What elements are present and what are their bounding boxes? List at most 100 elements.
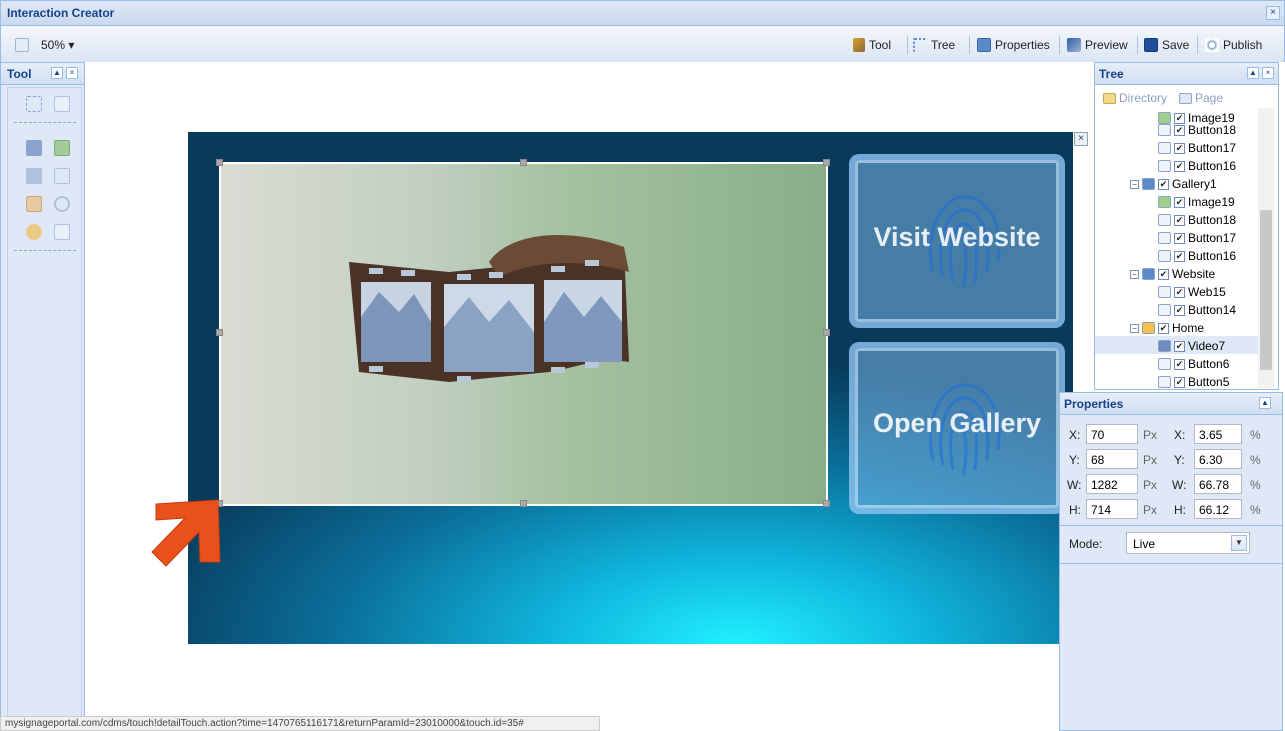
checkbox[interactable]: ✔ [1174, 232, 1185, 244]
checkbox[interactable]: ✔ [1174, 196, 1185, 208]
tab-page[interactable]: Page [1179, 91, 1223, 105]
video-tool-icon[interactable] [26, 140, 42, 156]
preview-button[interactable]: Preview [1067, 36, 1128, 54]
button-icon [1158, 124, 1171, 136]
y-px-input[interactable]: 68 [1086, 449, 1138, 469]
tree-node[interactable]: − ✔ Website [1130, 265, 1215, 283]
resize-handle[interactable] [823, 159, 830, 166]
document-tool-icon[interactable] [54, 224, 70, 240]
collapse-icon[interactable]: − [1130, 179, 1139, 189]
tree-node[interactable]: ✔ Button14 [1158, 301, 1236, 319]
checkbox[interactable]: ✔ [1174, 304, 1185, 316]
publish-button[interactable]: Publish [1205, 36, 1262, 54]
tree-node[interactable]: − ✔ Gallery1 [1130, 175, 1217, 193]
checkbox[interactable]: ✔ [1174, 358, 1185, 370]
clock-tool-icon[interactable] [54, 196, 70, 212]
tree-node[interactable]: ✔ Button18 [1158, 121, 1236, 139]
checkbox[interactable]: ✔ [1158, 178, 1169, 190]
video-icon [1158, 340, 1171, 352]
tree-node[interactable]: ✔ Web15 [1158, 283, 1226, 301]
window-close-button[interactable]: × [1266, 6, 1280, 20]
web-tool-icon[interactable] [26, 196, 42, 212]
page-icon [1142, 178, 1155, 190]
checkbox[interactable]: ✔ [1174, 142, 1185, 154]
checkbox[interactable]: ✔ [1174, 376, 1185, 388]
px-unit: Px [1143, 428, 1158, 442]
button-icon [1158, 214, 1171, 226]
tree-panel-collapse-button[interactable]: ▲ [1247, 67, 1259, 79]
save-button[interactable]: Save [1144, 36, 1189, 54]
select-tool-icon[interactable] [26, 96, 42, 112]
resize-handle[interactable] [520, 159, 527, 166]
checkbox[interactable]: ✔ [1174, 250, 1185, 262]
mode-select[interactable]: Live ▼ [1126, 532, 1250, 554]
tree-node[interactable]: ✔ Button16 [1158, 247, 1236, 265]
zoom-dropdown[interactable]: 50% ▾ [15, 36, 74, 54]
tree-button[interactable]: Tree [913, 36, 955, 54]
open-gallery-button[interactable]: Open Gallery [849, 342, 1065, 514]
tool-panel-header: Tool ▲ × [1, 63, 84, 85]
properties-divider [1060, 525, 1282, 526]
tree-node[interactable]: ✔ Button18 [1158, 211, 1236, 229]
h-pct-input[interactable]: 66.12 [1194, 499, 1242, 519]
properties-divider [1060, 563, 1282, 564]
resize-handle[interactable] [216, 159, 223, 166]
toolbar-separator [969, 36, 970, 54]
image-tool-icon[interactable] [54, 140, 70, 156]
h-px-label: H: [1069, 503, 1081, 517]
resize-handle[interactable] [823, 329, 830, 336]
tree-node[interactable]: ✔ Button17 [1158, 229, 1236, 247]
properties-button[interactable]: Properties [977, 36, 1050, 54]
visit-website-button[interactable]: Visit Website [849, 154, 1065, 328]
tree-node[interactable]: ✔ Image19 [1158, 193, 1235, 211]
resize-handle[interactable] [216, 329, 223, 336]
page-icon [1142, 268, 1155, 280]
tab-directory[interactable]: Directory [1103, 91, 1167, 105]
chevron-down-icon[interactable]: ▼ [1231, 535, 1247, 551]
film-reel-icon [349, 235, 629, 382]
tree-scrollbar-thumb[interactable] [1260, 210, 1272, 370]
tree-node[interactable]: ✔ Button6 [1158, 355, 1229, 373]
resize-handle[interactable] [823, 500, 830, 507]
tree-node-label: Image19 [1188, 195, 1235, 209]
weather-tool-icon[interactable] [26, 224, 42, 240]
x-px-input[interactable]: 70 [1086, 424, 1138, 444]
px-unit: Px [1143, 453, 1158, 467]
toolbar-separator [907, 36, 908, 54]
tool-button[interactable]: Tool [853, 36, 891, 54]
checkbox[interactable]: ✔ [1174, 286, 1185, 298]
palette-divider [14, 250, 76, 251]
checkbox[interactable]: ✔ [1174, 214, 1185, 226]
collapse-icon[interactable]: − [1130, 323, 1139, 333]
checkbox[interactable]: ✔ [1158, 322, 1169, 334]
text-tool-icon[interactable] [26, 168, 42, 184]
tool-panel-collapse-button[interactable]: ▲ [51, 67, 63, 79]
y-pct-input[interactable]: 6.30 [1194, 449, 1242, 469]
checkbox[interactable]: ✔ [1174, 160, 1185, 172]
label-tool-icon[interactable] [54, 168, 70, 184]
pct-unit: % [1250, 453, 1261, 467]
video-element[interactable] [216, 159, 830, 507]
tree-node-selected[interactable]: ✔ Video7 [1158, 337, 1225, 355]
tree-node[interactable]: ✔ Button17 [1158, 139, 1236, 157]
resize-handle[interactable] [520, 500, 527, 507]
button-icon [1158, 376, 1171, 388]
tree-node[interactable]: ✔ Button5 [1158, 373, 1229, 389]
w-pct-input[interactable]: 66.78 [1194, 474, 1242, 494]
tree-node[interactable]: − ✔ Home [1130, 319, 1204, 337]
collapse-icon[interactable]: − [1130, 269, 1139, 279]
tree-panel-close-button[interactable]: × [1262, 67, 1274, 79]
tree-node[interactable]: ✔ Button16 [1158, 157, 1236, 175]
area-tool-icon[interactable] [54, 96, 70, 112]
properties-panel-collapse-button[interactable]: ▲ [1259, 397, 1271, 409]
y-pct-label: Y: [1174, 453, 1185, 467]
stage-close-button[interactable]: × [1074, 132, 1088, 146]
h-px-input[interactable]: 714 [1086, 499, 1138, 519]
w-pct-label: W: [1172, 478, 1187, 492]
checkbox[interactable]: ✔ [1158, 268, 1169, 280]
checkbox[interactable]: ✔ [1174, 340, 1185, 352]
w-px-input[interactable]: 1282 [1086, 474, 1138, 494]
x-pct-input[interactable]: 3.65 [1194, 424, 1242, 444]
tool-panel-close-button[interactable]: × [66, 67, 78, 79]
checkbox[interactable]: ✔ [1174, 124, 1185, 136]
